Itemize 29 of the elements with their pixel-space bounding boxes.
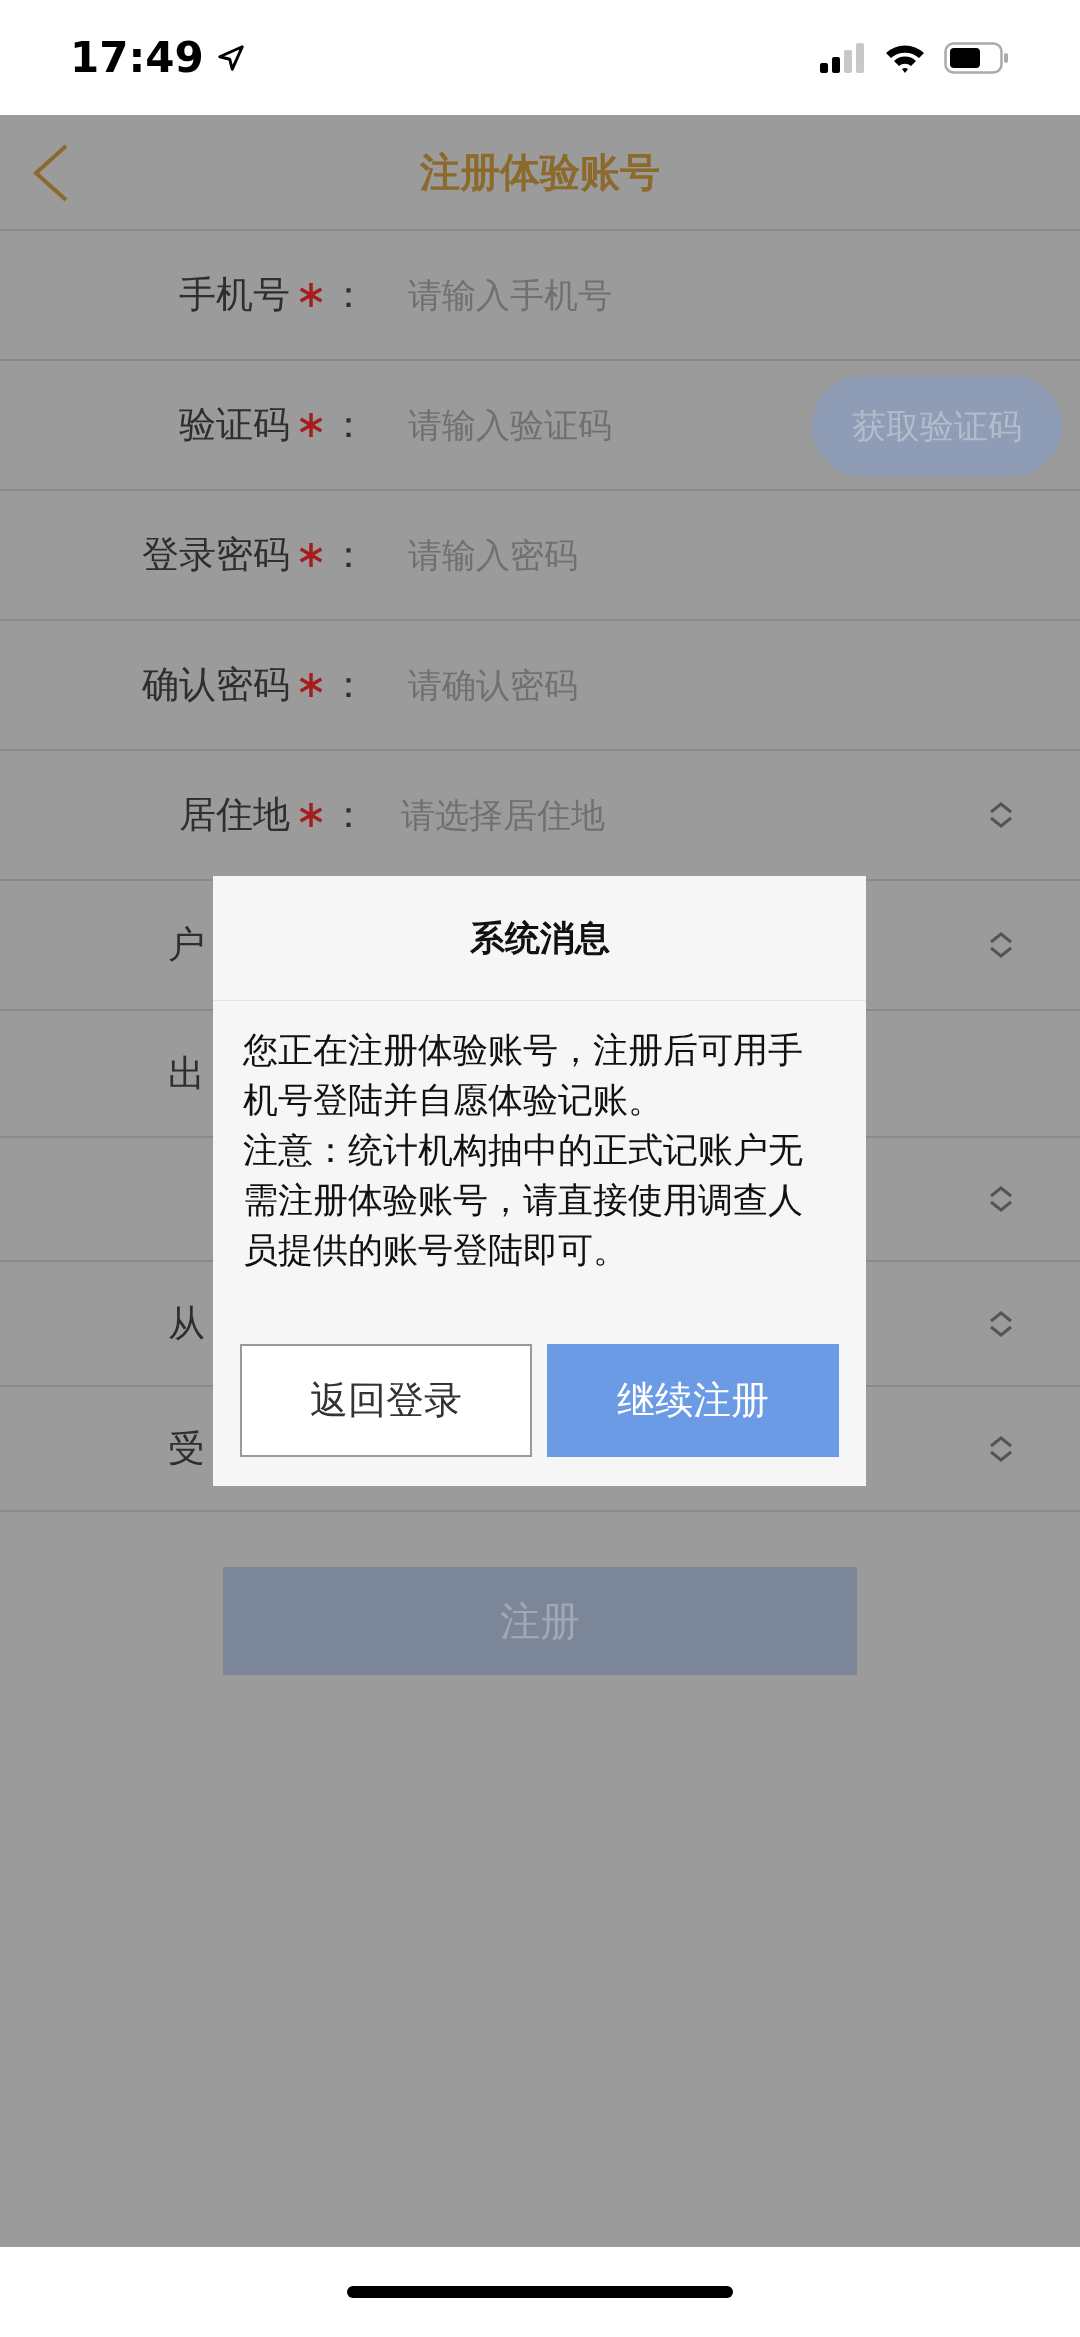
field-label: 登录密码	[142, 532, 290, 579]
continue-button[interactable]: 继续注册	[547, 1344, 839, 1457]
label-colon: ：	[330, 532, 368, 579]
label-colon: ：	[330, 402, 368, 449]
dialog-title: 系统消息	[469, 916, 610, 960]
return-button[interactable]: 返回登录	[240, 1344, 532, 1457]
dropdown-chevron-icon[interactable]	[988, 1185, 1014, 1213]
field-label: 确认密码	[142, 662, 290, 709]
battery-icon	[944, 41, 1010, 74]
page-title: 注册体验账号	[420, 148, 660, 197]
dropdown-chevron-icon[interactable]	[988, 1309, 1014, 1338]
field-label: 户	[168, 922, 205, 969]
dialog-message: 注意：统计机构抽中的正式记账户无需注册体验账号，请直接使用调查人员提供的账号登陆即可。	[243, 1129, 804, 1272]
dropdown-chevron-icon[interactable]	[988, 1434, 1014, 1463]
field-label: 出	[168, 1050, 205, 1097]
field-label: 受	[168, 1425, 205, 1472]
field-label: 手机号	[179, 272, 290, 319]
field-label: 居住地	[179, 792, 290, 839]
dialog-message: 您正在注册体验账号，注册后可用手机号登陆并自愿体验记账。	[243, 1029, 804, 1122]
label-colon: ：	[330, 662, 368, 709]
field-label: 从	[168, 1300, 205, 1347]
label-colon: ：	[330, 792, 368, 839]
label-colon: ：	[330, 272, 368, 319]
signal-icon	[820, 42, 866, 73]
field-label: 验证码	[179, 402, 290, 449]
location-arrow-icon	[215, 42, 246, 73]
status-time: 17:49	[70, 32, 204, 84]
dropdown-chevron-icon[interactable]	[988, 931, 1014, 959]
dropdown-chevron-icon[interactable]	[988, 801, 1014, 829]
